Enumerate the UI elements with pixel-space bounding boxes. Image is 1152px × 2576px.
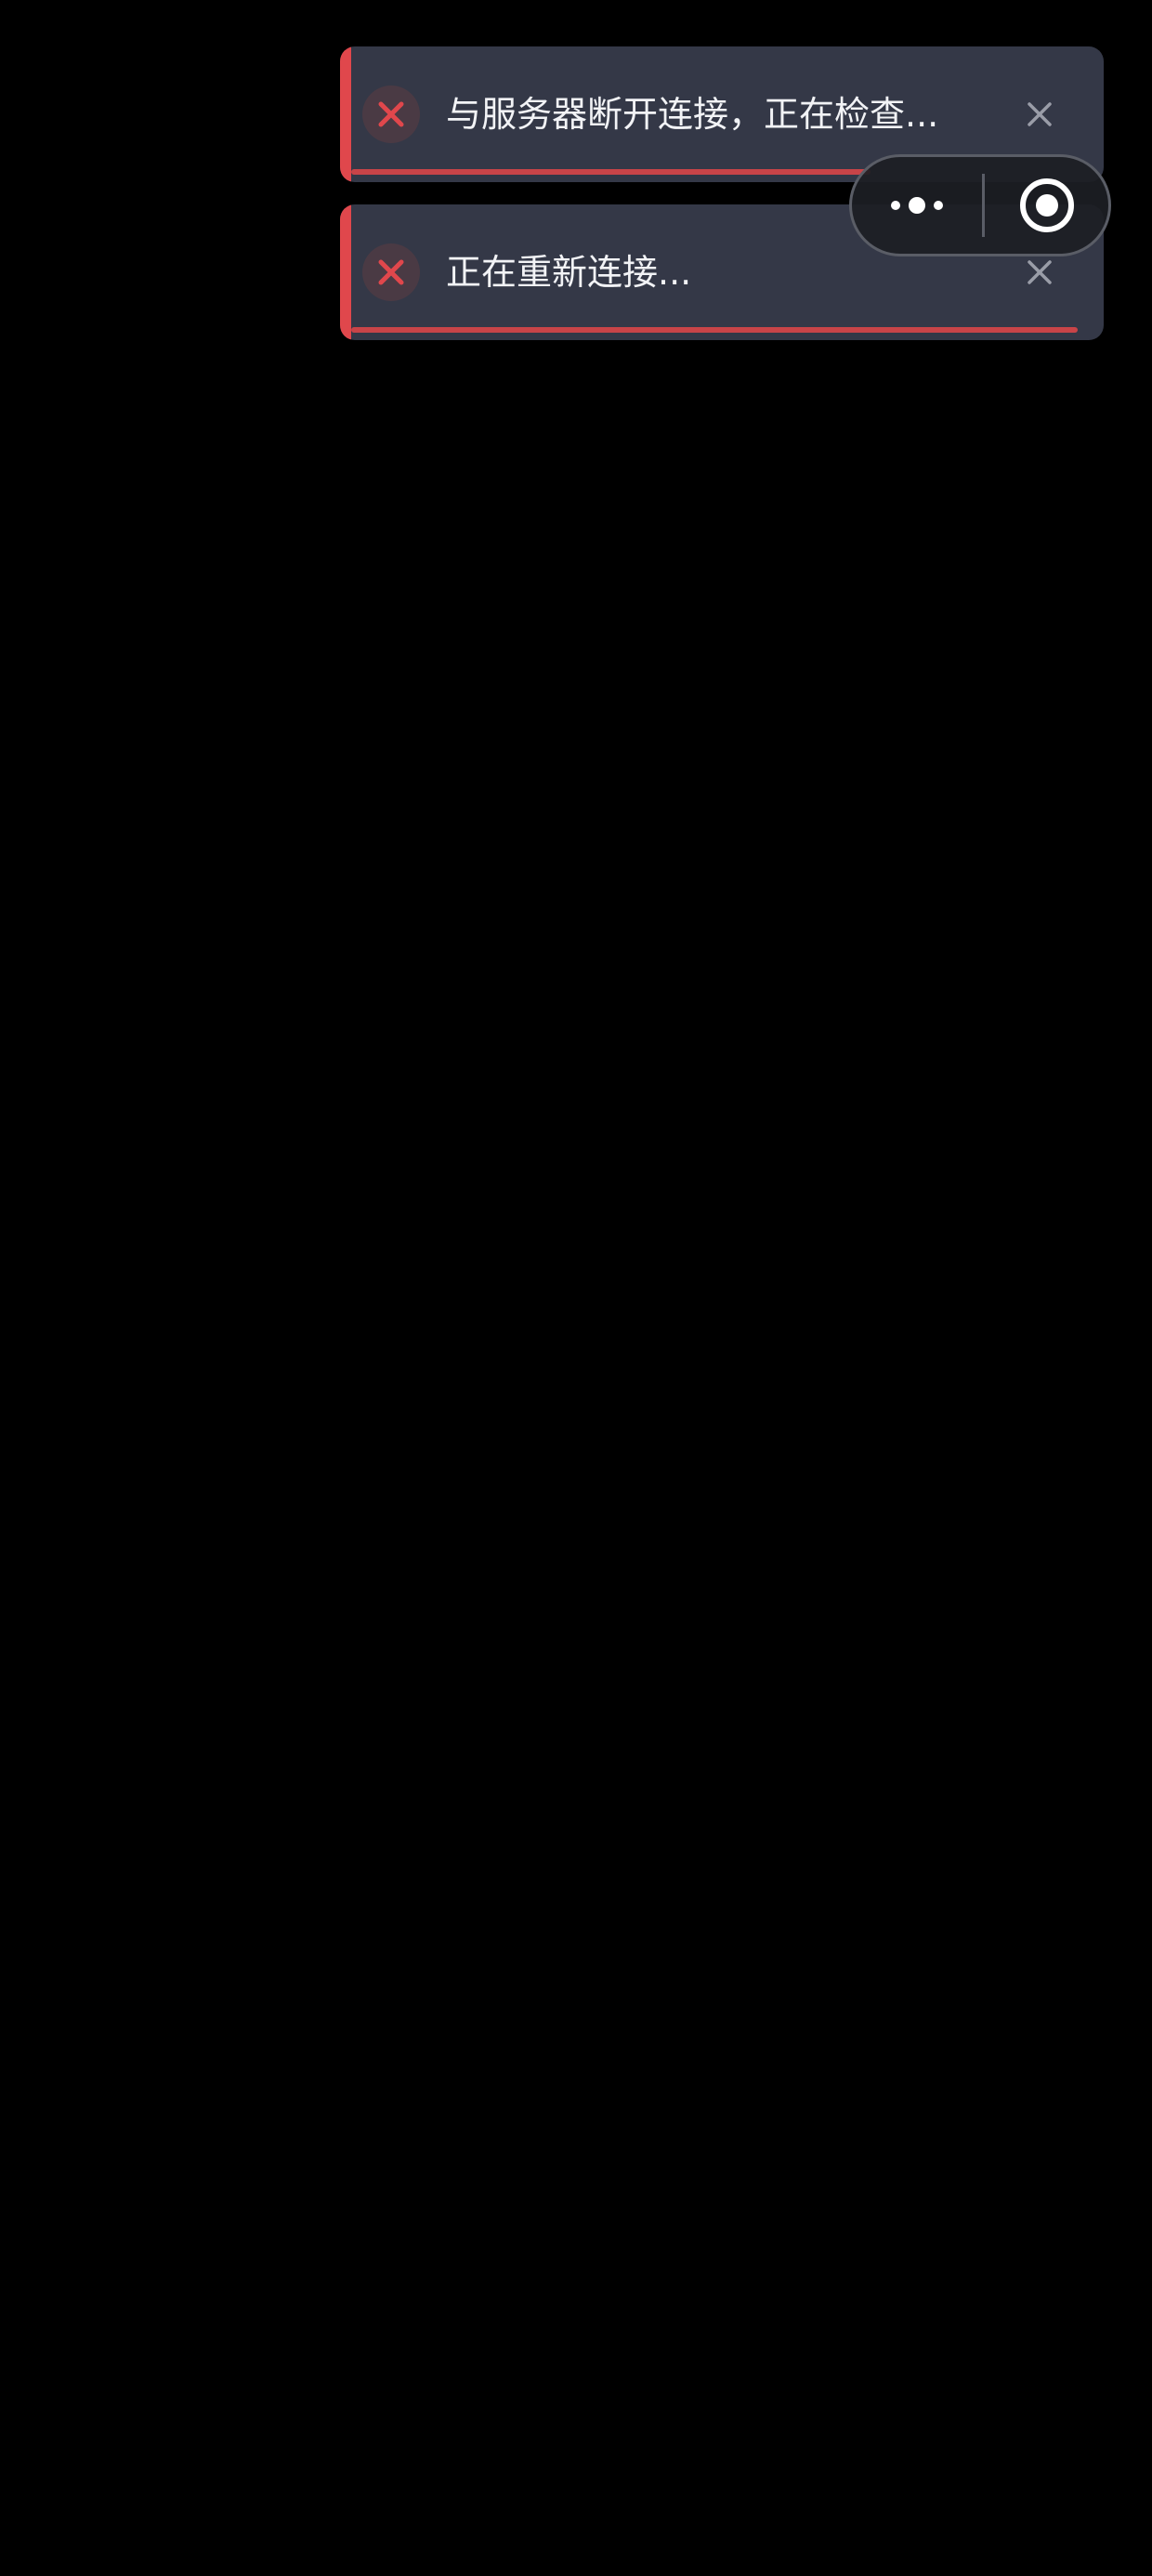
toast-timer-fill [351, 169, 871, 175]
target-circle-icon[interactable] [985, 157, 1108, 254]
toast-timer-fill [351, 327, 1079, 333]
more-dots-icon[interactable] [852, 157, 982, 254]
screen: 与服务器断开连接，正在检查... 正在重新连接... [0, 0, 1152, 2576]
miniprogram-capsule [849, 154, 1111, 256]
error-x-icon [362, 243, 420, 301]
close-icon[interactable] [1018, 93, 1061, 136]
error-x-icon [362, 85, 420, 143]
close-icon[interactable] [1018, 251, 1061, 294]
toast-error-accent [340, 46, 351, 182]
toast-error-accent [340, 204, 351, 340]
toast-timer-bar [351, 327, 1093, 333]
toast-message: 正在重新连接... [446, 252, 692, 293]
